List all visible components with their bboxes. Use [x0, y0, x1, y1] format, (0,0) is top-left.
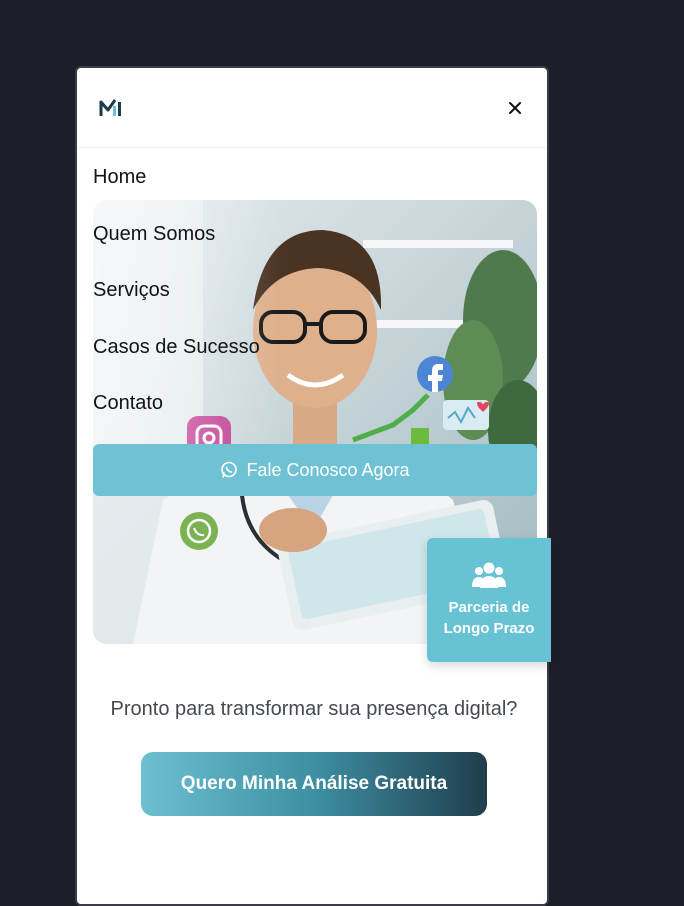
partnership-badge: Parceria de Longo Prazo	[427, 538, 551, 662]
nav-item-servicos[interactable]: Serviços	[93, 279, 170, 302]
badge-label: Parceria de Longo Prazo	[443, 599, 535, 637]
facebook-icon	[417, 356, 453, 392]
nav-item-contato[interactable]: Contato	[93, 392, 163, 415]
nav-item-home[interactable]: Home	[93, 166, 146, 189]
close-button[interactable]	[503, 96, 527, 120]
whatsapp-cta-label: Fale Conosco Agora	[246, 459, 410, 480]
cta-prompt-text: Pronto para transformar sua presença dig…	[110, 698, 518, 720]
users-icon	[472, 562, 506, 588]
nav-item-quem-somos[interactable]: Quem Somos	[93, 223, 215, 246]
whatsapp-cta-button[interactable]: Fale Conosco Agora	[93, 444, 537, 496]
free-analysis-button[interactable]: Quero Minha Análise Gratuita	[141, 752, 487, 816]
close-icon	[509, 102, 521, 114]
whatsapp-icon	[180, 512, 218, 550]
heart-chart-icon	[443, 400, 489, 430]
whatsapp-icon	[221, 461, 238, 478]
top-bar	[77, 68, 547, 148]
nav-item-casos-de-sucesso[interactable]: Casos de Sucesso	[93, 336, 260, 359]
mobile-menu-panel: Home Quem Somos Serviços Casos de Sucess…	[75, 66, 551, 906]
brand-logo-icon[interactable]	[99, 96, 123, 118]
